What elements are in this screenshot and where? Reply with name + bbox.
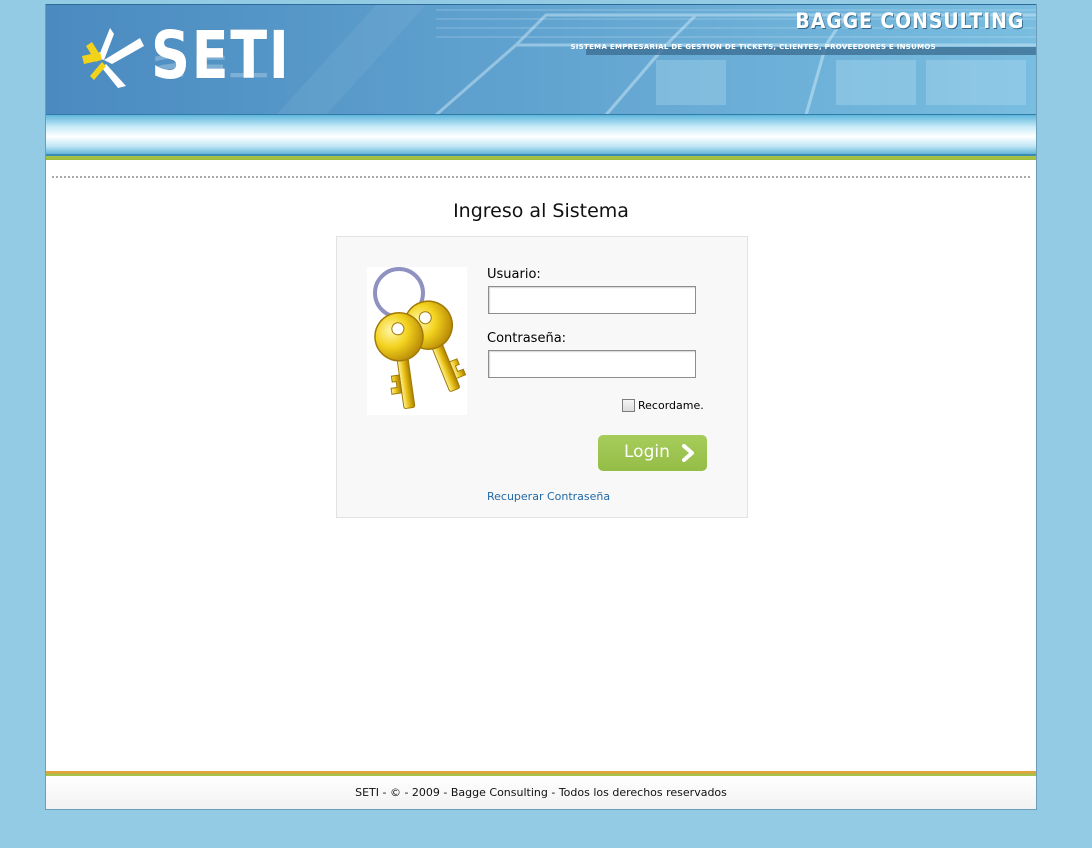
header-divider xyxy=(46,154,1036,160)
recover-password-link[interactable]: Recuperar Contraseña xyxy=(487,490,610,503)
keys-icon xyxy=(367,267,467,415)
navigation-bar xyxy=(46,114,1036,154)
brand-subtitle: SISTEMA EMPRESARIAL DE GESTION DE TICKET… xyxy=(570,43,936,51)
login-button[interactable]: Login xyxy=(598,435,707,471)
page-title: Ingreso al Sistema xyxy=(453,200,629,222)
header-banner: SETI SETI BAGGE CONSULTING SISTEMA EMPRE… xyxy=(46,4,1036,115)
remember-checkbox[interactable] xyxy=(622,399,635,412)
remember-label[interactable]: Recordame. xyxy=(638,399,704,412)
seti-logo-icon xyxy=(82,28,144,88)
password-label: Contraseña: xyxy=(487,331,567,346)
username-label: Usuario: xyxy=(487,267,541,282)
login-panel: Usuario: Contraseña: Recordame. Login Re… xyxy=(336,236,748,518)
page-container: SETI SETI BAGGE CONSULTING SISTEMA EMPRE… xyxy=(45,4,1037,810)
brand-name: BAGGE CONSULTING xyxy=(795,9,1024,33)
login-button-label: Login xyxy=(624,442,670,462)
password-input[interactable] xyxy=(488,350,696,378)
chevron-right-icon xyxy=(682,444,694,462)
username-input[interactable] xyxy=(488,286,696,314)
dotted-divider xyxy=(52,176,1030,178)
footer-copyright: SETI - © - 2009 - Bagge Consulting - Tod… xyxy=(355,786,727,799)
footer: SETI - © - 2009 - Bagge Consulting - Tod… xyxy=(46,776,1036,809)
